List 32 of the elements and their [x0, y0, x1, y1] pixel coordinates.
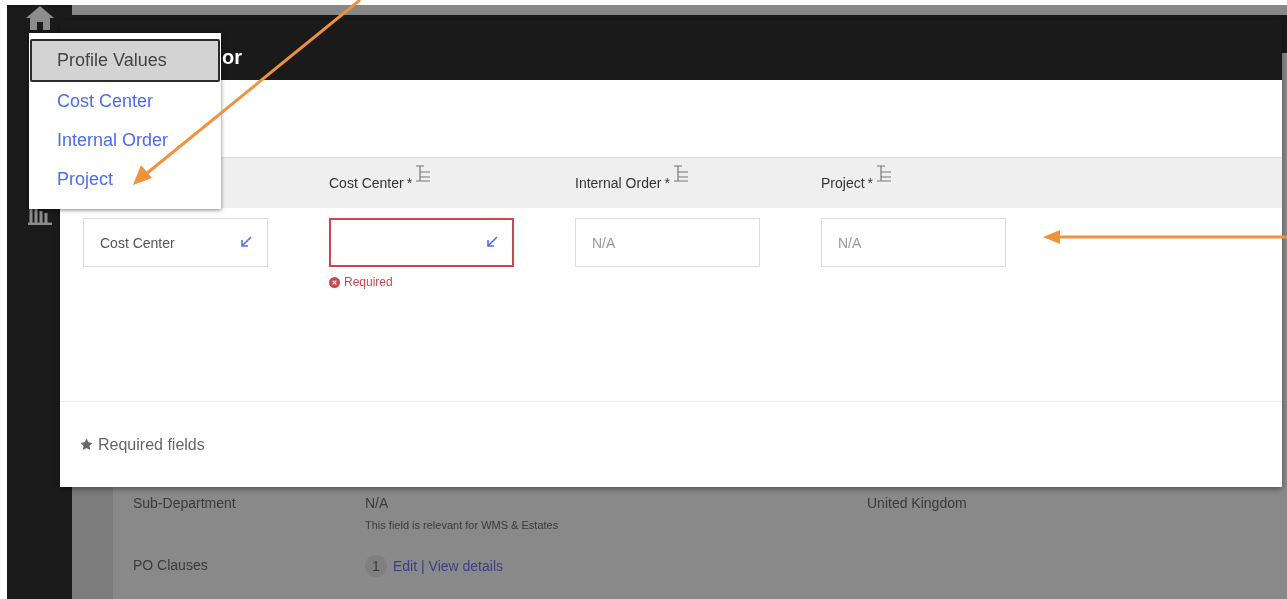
error-icon — [329, 276, 340, 288]
input-field[interactable]: Cost Center — [83, 218, 268, 267]
required-mark: * — [664, 174, 670, 193]
input-field[interactable] — [329, 218, 514, 267]
column-header: Project — [821, 174, 865, 193]
field-value: United Kingdom — [867, 493, 967, 513]
arrow-icon[interactable] — [486, 236, 498, 248]
dropdown-item[interactable]: Internal Order — [30, 121, 220, 160]
link[interactable]: Edit — [393, 558, 418, 574]
arrow-icon[interactable] — [240, 236, 252, 248]
hierarchy-icon[interactable] — [876, 165, 893, 183]
dropdown-item[interactable]: Profile Values — [30, 39, 220, 82]
field-value: N/A — [365, 493, 390, 513]
link-separator: | — [420, 558, 426, 574]
modal-title: or — [222, 46, 242, 68]
hierarchy-icon[interactable] — [415, 165, 432, 183]
column-header: Cost Center — [329, 174, 404, 193]
link[interactable]: View details — [428, 558, 503, 574]
home-icon[interactable] — [24, 5, 55, 31]
hierarchy-icon[interactable] — [672, 165, 689, 183]
error-message: Required — [344, 274, 393, 291]
dropdown-item[interactable]: Project — [30, 160, 220, 199]
required-mark: * — [867, 174, 874, 193]
required-mark: * — [406, 174, 413, 193]
count-badge: 1 — [365, 555, 387, 577]
field-note: This field is relevant for WMS & Estates — [365, 517, 560, 533]
column-header: Internal Order — [575, 174, 662, 193]
dropdown-item[interactable]: Cost Center — [30, 82, 220, 121]
field-label: PO Clauses — [133, 556, 209, 575]
star-icon — [80, 438, 93, 451]
field-label: Sub-Department — [133, 493, 237, 513]
required-fields-note: Required fields — [98, 434, 205, 455]
